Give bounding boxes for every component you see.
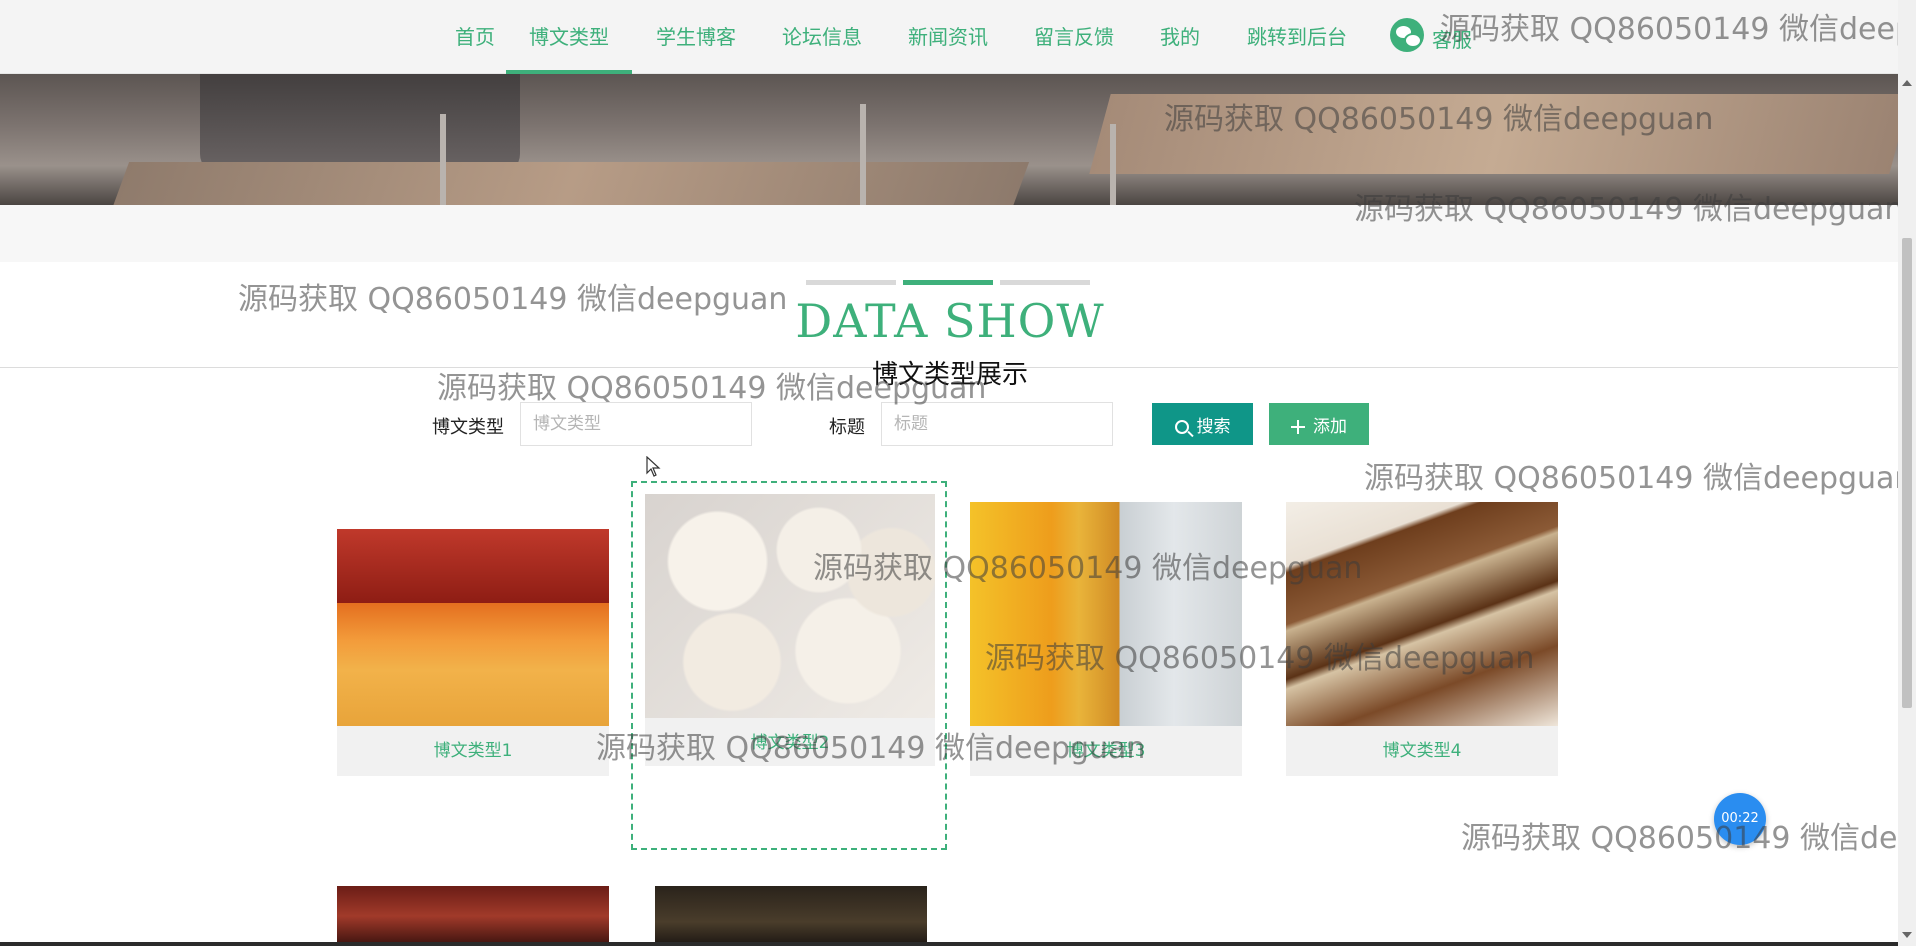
card-caption: 博文类型1 [433, 741, 513, 761]
card-caption: 博文类型2 [750, 733, 830, 753]
search-button[interactable]: 搜索 [1152, 403, 1253, 445]
banner-desk [1089, 94, 1898, 174]
nav-item-mine[interactable]: 我的 [1156, 0, 1204, 74]
blog-type-label: 博文类型 [432, 417, 504, 438]
category-card[interactable]: 博文类型4 [1286, 502, 1558, 776]
section-subtitle: 博文类型展示 [871, 360, 1028, 390]
add-button[interactable]: 添加 [1269, 403, 1369, 445]
category-card[interactable] [337, 886, 609, 946]
scroll-down-icon[interactable] [1902, 932, 1912, 938]
card-image-bowls [645, 494, 935, 718]
title-bar [806, 280, 896, 285]
card-image-chocolates [337, 886, 609, 946]
card-image-chocolate [1286, 502, 1558, 726]
banner-chair [200, 74, 520, 174]
nav-item-forum[interactable]: 论坛信息 [778, 0, 866, 74]
plus-icon [1291, 419, 1305, 434]
category-card-hovered[interactable]: 博文类型2 [645, 494, 935, 766]
section-title: DATA SHOW [795, 294, 1105, 348]
category-card[interactable] [655, 886, 927, 946]
search-icon [1174, 419, 1189, 434]
banner-bottom-strip [0, 205, 1898, 262]
search-button-label: 搜索 [1196, 416, 1231, 437]
nav-item-news[interactable]: 新闻资讯 [904, 0, 992, 74]
watermark: 源码获取 QQ86050149 微信deepguan [1364, 461, 1914, 496]
banner-chair-leg [440, 114, 446, 205]
floating-timer-button[interactable]: 00:22 [1714, 793, 1766, 845]
scroll-up-icon[interactable] [1902, 80, 1912, 86]
service-link[interactable]: 客服 [1432, 24, 1472, 53]
banner-image [0, 74, 1898, 205]
nav-item-home[interactable]: 首页 [440, 0, 510, 74]
watermark: 源码获取 QQ86050149 微信deepguan [1461, 821, 1916, 856]
wechat-icon[interactable] [1390, 18, 1424, 52]
add-button-label: 添加 [1313, 416, 1347, 437]
blog-type-input[interactable] [520, 402, 752, 446]
title-bar [1000, 280, 1090, 285]
top-nav: 首页 博文类型 学生博客 论坛信息 新闻资讯 留言反馈 我的 跳转到后台 客服 [0, 0, 1898, 74]
title-decoration [806, 280, 1090, 286]
mouse-cursor [646, 455, 662, 482]
card-caption: 博文类型3 [1066, 741, 1146, 761]
card-image-pringles [970, 502, 1242, 726]
title-input[interactable] [881, 402, 1113, 446]
taskbar-edge [0, 942, 1898, 946]
title-label: 标题 [829, 417, 865, 438]
nav-item-admin[interactable]: 跳转到后台 [1242, 0, 1352, 74]
nav-item-feedback[interactable]: 留言反馈 [1030, 0, 1118, 74]
vertical-scrollbar[interactable] [1898, 0, 1916, 946]
scroll-thumb[interactable] [1902, 238, 1912, 708]
banner-desk [110, 162, 1030, 205]
card-image-snack [337, 502, 609, 726]
banner-chair-leg [860, 104, 866, 205]
nav-item-student-blog[interactable]: 学生博客 [652, 0, 740, 74]
category-card[interactable]: 博文类型1 [337, 502, 609, 776]
nav-item-blog-type[interactable]: 博文类型 [506, 0, 632, 74]
card-caption: 博文类型4 [1382, 741, 1462, 761]
title-bar-active [903, 280, 993, 285]
banner-chair-leg [1110, 124, 1116, 205]
card-image-bag [655, 886, 927, 946]
page-root: 首页 博文类型 学生博客 论坛信息 新闻资讯 留言反馈 我的 跳转到后台 客服 … [0, 0, 1916, 946]
category-card[interactable]: 博文类型3 [970, 502, 1242, 776]
